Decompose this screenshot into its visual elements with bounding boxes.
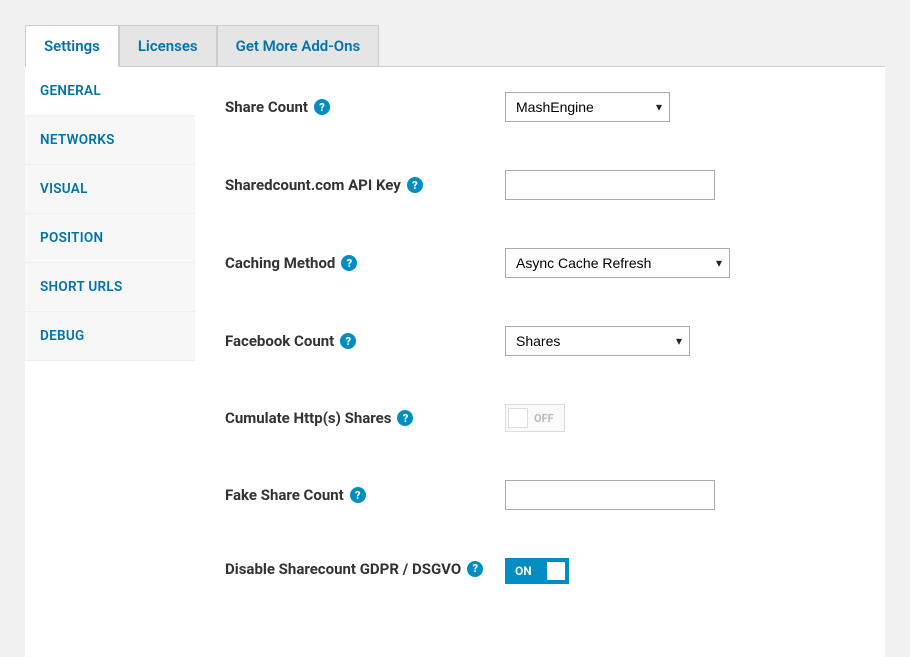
toggle-label: ON [515,564,532,578]
toggle-gdpr[interactable]: ON [505,558,569,584]
sidebar-item-shorturls[interactable]: SHORT URLS [25,263,195,312]
settings-panel: GENERAL NETWORKS VISUAL POSITION SHORT U… [25,66,885,657]
select-wrap: Async Cache Refresh [505,248,730,278]
label-share-count: Share Count ? [225,98,505,116]
help-icon[interactable]: ? [407,177,423,193]
help-icon[interactable]: ? [467,561,483,577]
tab-bar: Settings Licenses Get More Add-Ons [0,0,910,67]
sidebar-item-networks[interactable]: NETWORKS [25,116,195,165]
field-api-key: Sharedcount.com API Key ? [225,170,855,200]
settings-sidebar: GENERAL NETWORKS VISUAL POSITION SHORT U… [25,67,195,657]
sidebar-item-position[interactable]: POSITION [25,214,195,263]
label-fake: Fake Share Count ? [225,486,505,504]
label-cumulate: Cumulate Http(s) Shares ? [225,409,505,427]
sidebar-item-visual[interactable]: VISUAL [25,165,195,214]
help-icon[interactable]: ? [341,255,357,271]
label-text: Caching Method [225,254,335,272]
select-caching[interactable]: Async Cache Refresh [505,248,730,278]
field-caching: Caching Method ? Async Cache Refresh [225,248,855,278]
help-icon[interactable]: ? [340,333,356,349]
select-wrap: MashEngine [505,92,670,122]
label-gdpr: Disable Sharecount GDPR / DSGVO ? [225,558,505,581]
field-share-count: Share Count ? MashEngine [225,92,855,122]
label-text: Fake Share Count [225,486,344,504]
tab-addons[interactable]: Get More Add-Ons [217,25,380,67]
toggle-cumulate[interactable]: OFF [505,404,565,432]
field-fake: Fake Share Count ? [225,480,855,510]
help-icon[interactable]: ? [314,99,330,115]
sidebar-item-general[interactable]: GENERAL [25,67,195,116]
label-text: Sharedcount.com API Key [225,176,401,194]
select-share-count[interactable]: MashEngine [505,92,670,122]
toggle-label: OFF [534,412,562,425]
label-text: Disable Sharecount GDPR / DSGVO [225,558,461,581]
label-text: Facebook Count [225,332,334,350]
select-fb-count[interactable]: Shares [505,326,690,356]
label-api-key: Sharedcount.com API Key ? [225,176,505,194]
tab-settings[interactable]: Settings [25,25,119,67]
field-cumulate: Cumulate Http(s) Shares ? OFF [225,404,855,432]
label-caching: Caching Method ? [225,254,505,272]
label-text: Share Count [225,98,308,116]
tab-licenses[interactable]: Licenses [119,25,217,67]
field-gdpr: Disable Sharecount GDPR / DSGVO ? ON [225,558,855,584]
toggle-knob [508,408,528,428]
select-wrap: Shares [505,326,690,356]
toggle-knob [547,562,565,580]
input-fake[interactable] [505,480,715,510]
label-text: Cumulate Http(s) Shares [225,409,391,427]
label-fb-count: Facebook Count ? [225,332,505,350]
field-fb-count: Facebook Count ? Shares [225,326,855,356]
help-icon[interactable]: ? [397,410,413,426]
sidebar-item-debug[interactable]: DEBUG [25,312,195,361]
input-api-key[interactable] [505,170,715,200]
settings-content: Share Count ? MashEngine Sharedcount.com… [195,67,885,657]
help-icon[interactable]: ? [350,487,366,503]
